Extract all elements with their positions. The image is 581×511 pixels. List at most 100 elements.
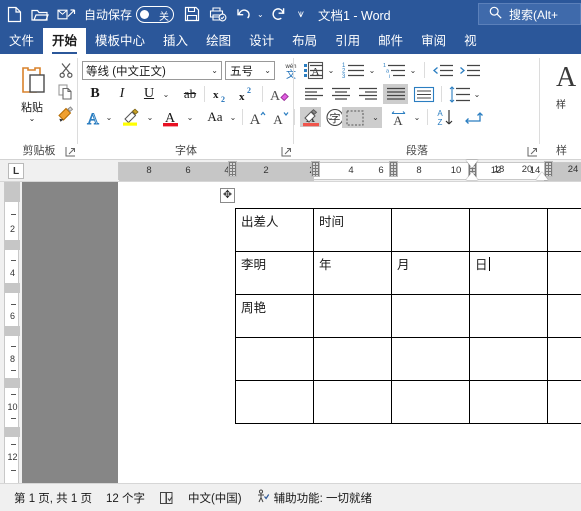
tab-3[interactable]: 插入 bbox=[154, 28, 197, 54]
style-normal-thumb[interactable]: A bbox=[552, 60, 580, 97]
tab-8[interactable]: 邮件 bbox=[369, 28, 412, 54]
numbering-button[interactable]: 123 bbox=[341, 60, 367, 80]
undo-dropdown-caret[interactable]: ⌄ bbox=[257, 10, 264, 19]
tab-5[interactable]: 设计 bbox=[240, 28, 283, 54]
table-cell[interactable]: 周艳 bbox=[235, 294, 314, 338]
tab-4[interactable]: 绘图 bbox=[197, 28, 240, 54]
first-line-indent-marker[interactable] bbox=[466, 160, 478, 168]
undo-icon[interactable] bbox=[232, 2, 256, 26]
grow-font-button[interactable]: A bbox=[247, 107, 269, 127]
word-count[interactable]: 12 个字 bbox=[106, 490, 145, 506]
table-column-marker[interactable] bbox=[311, 161, 320, 177]
multilevel-list-button[interactable]: 1ai bbox=[382, 60, 408, 80]
bold-button[interactable]: B bbox=[84, 84, 106, 104]
proofing-icon[interactable] bbox=[159, 491, 174, 505]
new-document-icon[interactable] bbox=[2, 2, 26, 26]
table-cell[interactable] bbox=[547, 251, 581, 295]
tab-1[interactable]: 开始 bbox=[43, 28, 87, 54]
page-indicator[interactable]: 第 1 页, 共 1 页 bbox=[14, 490, 92, 506]
table-cell[interactable] bbox=[235, 337, 314, 381]
shrink-font-button[interactable]: A bbox=[270, 107, 292, 127]
strikethrough-button[interactable]: ab bbox=[178, 84, 202, 104]
underline-caret-icon[interactable]: ⌄ bbox=[160, 84, 172, 104]
table-cell[interactable] bbox=[313, 337, 392, 381]
change-case-button[interactable]: Aa bbox=[202, 107, 228, 127]
table-cell[interactable]: 月 bbox=[391, 251, 470, 295]
table-row[interactable] bbox=[235, 380, 581, 424]
language-indicator[interactable]: 中文(中国) bbox=[188, 490, 242, 506]
ruler-track[interactable]: 8 6 4 2 2 4 6 8 10 12 14 16 18 bbox=[118, 162, 581, 181]
justify-button[interactable] bbox=[383, 84, 408, 104]
table-cell[interactable] bbox=[313, 294, 392, 338]
email-attach-icon[interactable] bbox=[54, 2, 78, 26]
table-cell[interactable] bbox=[391, 380, 470, 424]
multilevel-caret-icon[interactable]: ⌄ bbox=[407, 60, 419, 80]
font-color-caret-icon[interactable]: ⌄ bbox=[184, 107, 196, 127]
borders-button[interactable]: ⌄ bbox=[342, 107, 382, 128]
clipboard-dialog-launcher[interactable] bbox=[65, 146, 76, 157]
cut-button[interactable] bbox=[56, 60, 75, 79]
tab-7[interactable]: 引用 bbox=[326, 28, 369, 54]
bullets-caret-icon[interactable]: ⌄ bbox=[325, 60, 337, 80]
table-cell[interactable] bbox=[469, 294, 548, 338]
change-case-caret-icon[interactable]: ⌄ bbox=[227, 107, 239, 127]
text-effects-button[interactable]: A bbox=[82, 107, 104, 127]
tab-0[interactable]: 文件 bbox=[0, 28, 43, 54]
table-cell[interactable]: 出差人 bbox=[235, 208, 314, 252]
document-canvas[interactable]: ✥ 出差人 时间 李明年月日周艳 bbox=[22, 182, 581, 483]
table-cell[interactable] bbox=[469, 208, 548, 252]
table-cell[interactable] bbox=[547, 337, 581, 381]
font-name-caret-icon[interactable]: ⌄ bbox=[211, 66, 218, 75]
clear-format-button[interactable]: A bbox=[268, 84, 292, 104]
open-folder-icon[interactable] bbox=[28, 2, 52, 26]
paragraph-dialog-launcher[interactable] bbox=[527, 146, 538, 157]
save-icon[interactable] bbox=[180, 2, 204, 26]
shading-caret-icon[interactable]: ⌄ bbox=[324, 107, 336, 127]
numbering-caret-icon[interactable]: ⌄ bbox=[366, 60, 378, 80]
table-cell[interactable] bbox=[469, 380, 548, 424]
table-row[interactable]: 出差人 时间 bbox=[235, 208, 581, 252]
table-row[interactable] bbox=[235, 337, 581, 381]
subscript-button[interactable]: x2 bbox=[210, 84, 232, 104]
table-column-marker[interactable] bbox=[389, 161, 398, 177]
travel-table[interactable]: 出差人 时间 李明年月日周艳 bbox=[235, 208, 581, 424]
adjust-caret-icon[interactable]: ⌄ bbox=[411, 107, 423, 127]
tab-9[interactable]: 审阅 bbox=[412, 28, 455, 54]
table-row[interactable]: 周艳 bbox=[235, 294, 581, 338]
search-input[interactable]: 搜索(Alt+ bbox=[478, 3, 581, 25]
table-cell[interactable] bbox=[313, 380, 392, 424]
table-cell[interactable] bbox=[547, 380, 581, 424]
line-spacing-caret-icon[interactable]: ⌄ bbox=[471, 84, 483, 104]
print-preview-icon[interactable] bbox=[206, 2, 230, 26]
copy-button[interactable] bbox=[56, 82, 75, 101]
tab-10[interactable]: 视 bbox=[455, 28, 486, 54]
align-right-button[interactable] bbox=[356, 84, 380, 104]
table-wrapper[interactable]: 出差人 时间 李明年月日周艳 bbox=[235, 208, 581, 424]
increase-indent-button[interactable] bbox=[458, 60, 482, 80]
superscript-button[interactable]: x2 bbox=[236, 84, 258, 104]
table-cell[interactable] bbox=[391, 208, 470, 252]
vertical-ruler[interactable]: 2 4 6 8 10 12 bbox=[0, 182, 22, 483]
table-cell[interactable]: 日 bbox=[469, 251, 548, 295]
show-marks-button[interactable] bbox=[462, 107, 486, 127]
tab-6[interactable]: 布局 bbox=[283, 28, 326, 54]
table-cell[interactable]: 李明 bbox=[235, 251, 314, 295]
decrease-indent-button[interactable] bbox=[431, 60, 455, 80]
bullets-button[interactable] bbox=[302, 60, 326, 80]
table-column-marker[interactable] bbox=[228, 161, 237, 177]
text-effects-caret-icon[interactable]: ⌄ bbox=[103, 107, 115, 127]
underline-button[interactable]: U bbox=[138, 84, 160, 104]
sort-button[interactable]: AZ bbox=[434, 107, 458, 127]
tab-2[interactable]: 模板中心 bbox=[86, 28, 154, 54]
table-row[interactable]: 李明年月日 bbox=[235, 251, 581, 295]
table-cell[interactable] bbox=[547, 294, 581, 338]
font-name-input[interactable]: 等线 (中文正文) ⌄ bbox=[82, 61, 222, 80]
table-cell[interactable] bbox=[391, 337, 470, 381]
accessibility-status[interactable]: 辅助功能: 一切就绪 bbox=[256, 489, 372, 506]
autosave-toggle[interactable]: 关 bbox=[136, 5, 175, 23]
align-left-button[interactable] bbox=[302, 84, 326, 104]
paste-button[interactable]: 粘贴 ⌄ bbox=[10, 60, 54, 128]
font-size-input[interactable]: 五号 ⌄ bbox=[225, 61, 275, 80]
borders-caret-icon[interactable]: ⌄ bbox=[372, 113, 379, 122]
table-cell[interactable] bbox=[547, 208, 581, 252]
